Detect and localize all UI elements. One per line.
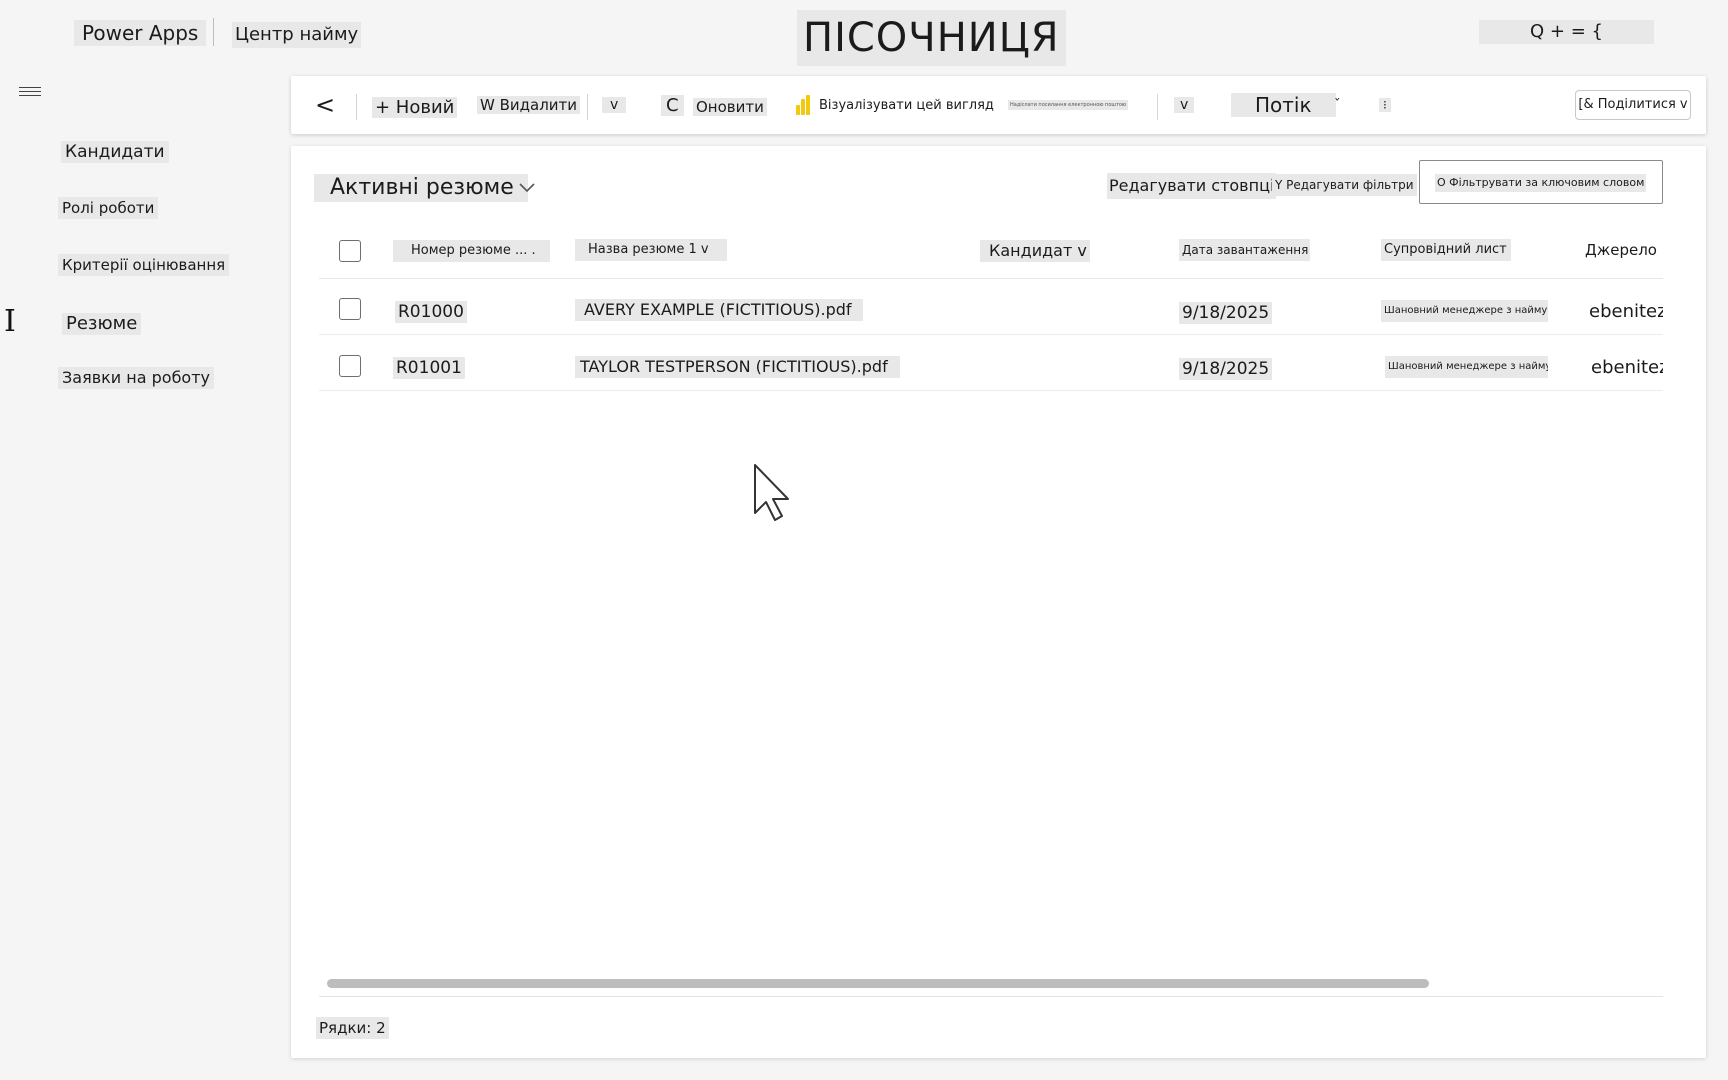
nav-item-candidates[interactable]: Кандидати xyxy=(61,141,169,163)
mouse-pointer-icon xyxy=(754,464,789,521)
column-header-number[interactable]: Номер резюме ... . xyxy=(393,240,550,262)
powerbi-icon xyxy=(796,95,810,115)
more-dropdown-chevron[interactable]: v xyxy=(1174,76,1195,134)
nav-item-evaluation-criteria[interactable]: Критерії оцінювання xyxy=(58,254,230,276)
command-divider xyxy=(1157,94,1158,120)
column-header-name[interactable]: Назва резюме 1 v xyxy=(575,239,727,261)
delete-button[interactable]: W Видалити xyxy=(477,76,581,134)
view-selector[interactable]: Активні резюме xyxy=(314,174,528,202)
column-header-upload-date[interactable]: Дата завантаження v xyxy=(1179,239,1310,261)
delete-dropdown-chevron[interactable]: v xyxy=(602,76,627,134)
cell-upload-date: 9/18/2025 xyxy=(1179,358,1273,380)
cell-cover-letter: Шановний менеджере з найму ... xyxy=(1381,300,1548,322)
table-row[interactable]: R01000 AVERY EXAMPLE (FICTITIOUS).pdf 9/… xyxy=(319,279,1663,335)
cell-candidate[interactable] xyxy=(980,301,986,323)
column-header-source[interactable]: Джерело E xyxy=(1583,239,1663,261)
column-header-cover-letter[interactable]: Супровідний лист v xyxy=(1381,239,1511,261)
hamburger-icon[interactable] xyxy=(19,87,41,99)
visualize-button[interactable]: Візуалізувати цей вигляд xyxy=(796,76,997,134)
header-divider xyxy=(213,18,214,46)
email-link-button[interactable]: Надіслати посилання електронною поштою xyxy=(1008,76,1129,134)
overflow-menu-icon[interactable]: ⁝ xyxy=(1379,76,1391,134)
main-panel: Активні резюме Редагувати стовпці Y Реда… xyxy=(291,146,1706,1058)
select-all-checkbox[interactable] xyxy=(339,240,361,262)
edit-columns-button[interactable]: Редагувати стовпці xyxy=(1107,173,1277,199)
cell-cover-letter: Шановний менеджере з найму ... xyxy=(1385,356,1548,378)
back-button[interactable]: < xyxy=(312,76,338,134)
cell-number[interactable]: R01001 xyxy=(393,357,465,379)
cell-name[interactable]: AVERY EXAMPLE (FICTITIOUS).pdf xyxy=(575,299,863,321)
flow-chevron-icon[interactable]: ˇ xyxy=(1331,76,1344,134)
command-divider xyxy=(356,94,357,120)
environment-banner: ПІСОЧНИЦЯ xyxy=(797,10,1066,66)
row-checkbox[interactable] xyxy=(339,355,361,377)
cell-upload-date: 9/18/2025 xyxy=(1179,302,1273,324)
new-button[interactable]: + Новий xyxy=(372,78,458,136)
horizontal-scrollbar[interactable] xyxy=(327,979,1429,988)
header-action-icons[interactable]: Q + = { xyxy=(1479,20,1654,44)
nav-item-job-applications[interactable]: Заявки на роботу xyxy=(58,367,215,389)
edit-filters-button[interactable]: Y Редагувати фільтри xyxy=(1272,174,1417,196)
footer-divider xyxy=(319,996,1663,997)
row-checkbox[interactable] xyxy=(339,298,361,320)
app-title[interactable]: Центр найму xyxy=(232,22,362,48)
nav-item-job-roles[interactable]: Ролі роботи xyxy=(58,197,159,219)
share-button[interactable]: [& Поділитися v xyxy=(1575,90,1691,120)
chevron-down-icon[interactable] xyxy=(516,176,538,198)
command-divider xyxy=(587,94,588,120)
flow-button[interactable]: Потік xyxy=(1231,76,1336,134)
nav-item-resumes[interactable]: Резюме xyxy=(62,313,142,335)
text-cursor-icon: I xyxy=(4,304,16,339)
column-header-candidate[interactable]: Кандидат v xyxy=(980,240,1090,262)
app-name[interactable]: Power Apps xyxy=(74,20,207,46)
cell-name[interactable]: TAYLOR TESTPERSON (FICTITIOUS).pdf xyxy=(575,356,900,378)
search-placeholder: O Фільтрувати за ключовим словом xyxy=(1435,174,1647,192)
cell-number[interactable]: R01000 xyxy=(395,301,467,323)
grid-header-row: Номер резюме ... . Назва резюме 1 v Канд… xyxy=(319,222,1663,279)
command-bar: < + Новий W Видалити v C Оновити Візуалі… xyxy=(291,76,1706,134)
cell-source: ebenitez xyxy=(1591,357,1663,378)
refresh-icon[interactable]: C xyxy=(661,76,684,134)
row-count: Рядки: 2 xyxy=(316,1017,389,1039)
table-row[interactable]: R01001 TAYLOR TESTPERSON (FICTITIOUS).pd… xyxy=(319,335,1663,391)
keyword-filter-input[interactable]: O Фільтрувати за ключовим словом xyxy=(1419,160,1663,204)
cell-candidate[interactable] xyxy=(980,357,986,379)
refresh-button[interactable]: Оновити xyxy=(693,78,767,136)
cell-source: ebenitez xyxy=(1589,301,1663,322)
